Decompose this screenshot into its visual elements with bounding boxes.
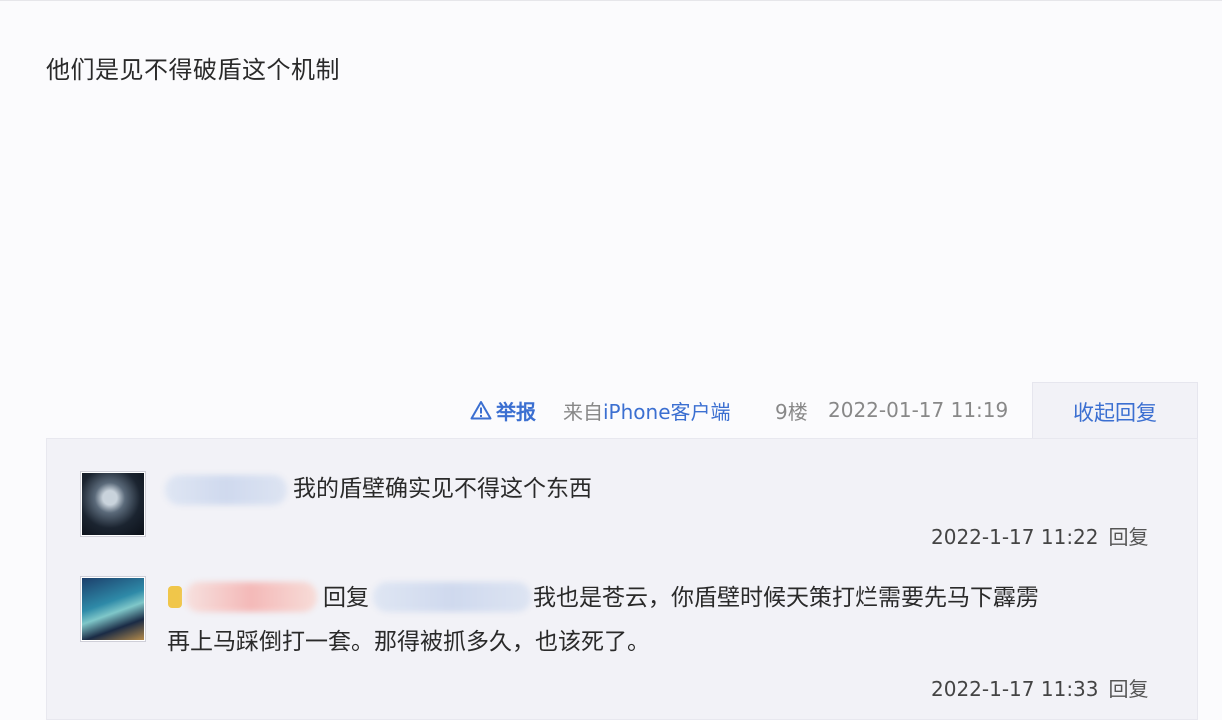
- client-name-link[interactable]: iPhone客户端: [603, 400, 731, 424]
- client-source: 来自iPhone客户端: [563, 396, 731, 425]
- username-blurred[interactable]: [165, 475, 287, 505]
- reply-button[interactable]: 回复: [1109, 677, 1149, 701]
- reply-time: 2022-1-17 11:33: [931, 677, 1099, 701]
- top-divider: [0, 0, 1222, 1]
- avatar[interactable]: [80, 471, 146, 537]
- username-blurred[interactable]: [185, 582, 317, 612]
- reply-content-line1: 我也是苍云，你盾壁时候天策打烂需要先马下霹雳: [533, 585, 1039, 611]
- reply-text: 我的盾壁确实见不得这个东西: [293, 467, 592, 511]
- user-badge-icon: [168, 586, 182, 608]
- client-prefix: 来自: [563, 399, 603, 424]
- report-link[interactable]: 举报: [470, 396, 536, 425]
- collapse-label: 收起回复: [1073, 401, 1157, 425]
- reply-list: 我的盾壁确实见不得这个东西 2022-1-17 11:22 回复 回复 我也是苍云…: [46, 438, 1198, 720]
- reply-text-line2: 再上马踩倒打一套。那得被抓多久，也该死了。: [167, 620, 650, 664]
- avatar-image: [82, 473, 144, 535]
- avatar[interactable]: [80, 576, 146, 642]
- reply-button[interactable]: 回复: [1109, 525, 1149, 549]
- avatar-image: [82, 578, 144, 640]
- reply-prefix: 回复: [323, 576, 369, 620]
- reply-meta: 2022-1-17 11:33 回复: [931, 673, 1149, 702]
- post-tail: 举报 来自iPhone客户端 9楼 2022-01-17 11:19: [0, 395, 1030, 425]
- reply-content: 我的盾壁确实见不得这个东西: [293, 476, 592, 502]
- reply-target-blurred[interactable]: [373, 582, 531, 612]
- floor-number: 9楼: [775, 399, 808, 424]
- post-time: 2022-01-17 11:19: [828, 398, 1009, 422]
- collapse-replies-button[interactable]: 收起回复: [1032, 382, 1198, 441]
- post-content: 他们是见不得破盾这个机制: [46, 56, 340, 84]
- reply-content-line2: 再上马踩倒打一套。那得被抓多久，也该死了。: [167, 629, 650, 655]
- report-label: 举报: [496, 399, 536, 424]
- reply-time: 2022-1-17 11:22: [931, 525, 1099, 549]
- reply-prefix-label: 回复: [323, 585, 369, 611]
- reply-text-line1: 我也是苍云，你盾壁时候天策打烂需要先马下霹雳: [533, 576, 1039, 620]
- reply-meta: 2022-1-17 11:22 回复: [931, 521, 1149, 550]
- warning-icon: [470, 401, 492, 420]
